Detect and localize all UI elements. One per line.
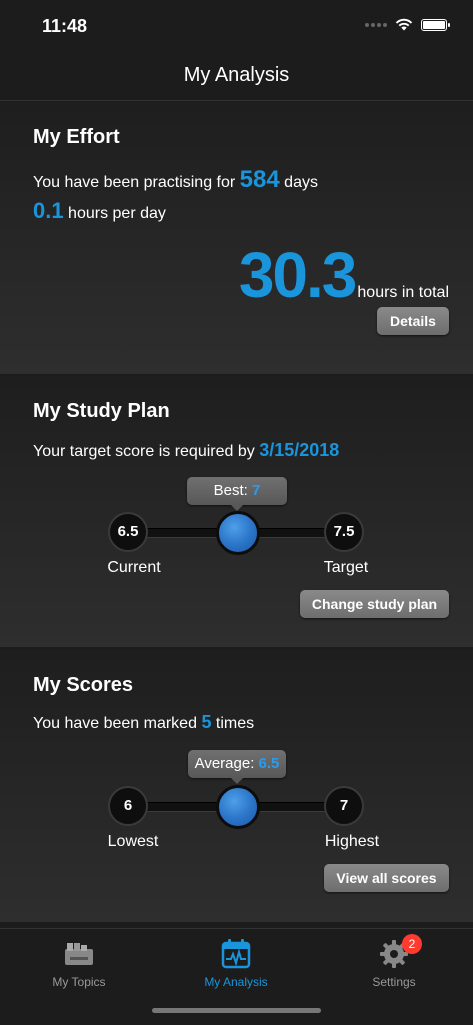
average-score-label: Average:: [194, 755, 255, 772]
status-time: 11:48: [42, 16, 88, 36]
best-score-knob: [216, 511, 260, 555]
marked-count-value: 5: [201, 712, 212, 732]
effort-title: My Effort: [33, 126, 120, 148]
target-date-prefix: Your target score is required by: [33, 443, 255, 460]
battery-icon: [421, 18, 450, 31]
signal-icon: [365, 22, 387, 27]
study-plan-title: My Study Plan: [33, 400, 170, 422]
home-indicator: [152, 1008, 321, 1013]
highest-score-node: 7: [324, 786, 364, 826]
marked-times-line: You have been marked 5 times: [33, 712, 254, 733]
practising-days-suffix: days: [284, 174, 318, 191]
tab-settings[interactable]: 2 Settings: [334, 934, 454, 989]
average-score-knob: [216, 785, 260, 829]
target-label: Target: [323, 559, 369, 576]
total-hours-suffix: hours in total: [357, 284, 449, 301]
best-score-value: 7: [252, 482, 261, 499]
status-bar: 11:48: [0, 0, 473, 52]
page-title: My Analysis: [183, 64, 290, 86]
navigation-bar: My Analysis: [0, 52, 473, 101]
best-score-label: Best:: [213, 482, 248, 499]
change-study-plan-button[interactable]: Change study plan: [300, 590, 449, 618]
effort-card: My Effort You have been practising for 5…: [0, 102, 473, 374]
topics-icon: [65, 943, 93, 965]
practising-days-value: 584: [239, 166, 280, 193]
tab-settings-label: Settings: [372, 975, 416, 989]
target-date-value: 3/15/2018: [259, 440, 340, 460]
target-score-node: 7.5: [324, 512, 364, 552]
scores-title: My Scores: [33, 674, 134, 696]
highest-label: Highest: [324, 833, 380, 850]
practising-prefix: You have been practising for: [33, 174, 236, 191]
hours-per-day-value: 0.1: [33, 198, 64, 223]
hours-per-day-suffix: hours per day: [68, 205, 166, 222]
target-date-line: Your target score is required by 3/15/20…: [33, 440, 339, 461]
practising-days-line: You have been practising for 584 days: [33, 166, 318, 194]
wifi-icon: [395, 18, 413, 31]
tab-my-topics-label: My Topics: [52, 975, 106, 989]
details-button[interactable]: Details: [377, 307, 449, 335]
view-all-scores-button[interactable]: View all scores: [324, 864, 449, 892]
scores-card: My Scores You have been marked 5 times A…: [0, 650, 473, 922]
status-icons: [365, 18, 450, 31]
analysis-icon: [221, 939, 251, 969]
total-hours-value: 30.3: [238, 239, 358, 311]
current-score-node: 6.5: [108, 512, 148, 552]
tab-my-topics[interactable]: My Topics: [19, 937, 139, 989]
marked-suffix: times: [215, 715, 255, 732]
settings-badge: 2: [402, 934, 422, 954]
marked-prefix: You have been marked: [33, 715, 197, 732]
average-score-value: 6.5: [258, 755, 280, 772]
tab-my-analysis-label: My Analysis: [204, 975, 268, 989]
average-score-bubble: Average: 6.5: [188, 750, 286, 784]
lowest-score-node: 6: [108, 786, 148, 826]
total-hours-row: 30.3 hours in total: [239, 238, 449, 312]
current-label: Current: [107, 559, 161, 576]
lowest-label: Lowest: [107, 833, 159, 850]
study-plan-card: My Study Plan Your target score is requi…: [0, 376, 473, 647]
best-score-bubble: Best: 7: [187, 477, 287, 511]
hours-per-day-line: 0.1 hours per day: [33, 198, 166, 224]
tab-my-analysis[interactable]: My Analysis: [176, 937, 296, 989]
